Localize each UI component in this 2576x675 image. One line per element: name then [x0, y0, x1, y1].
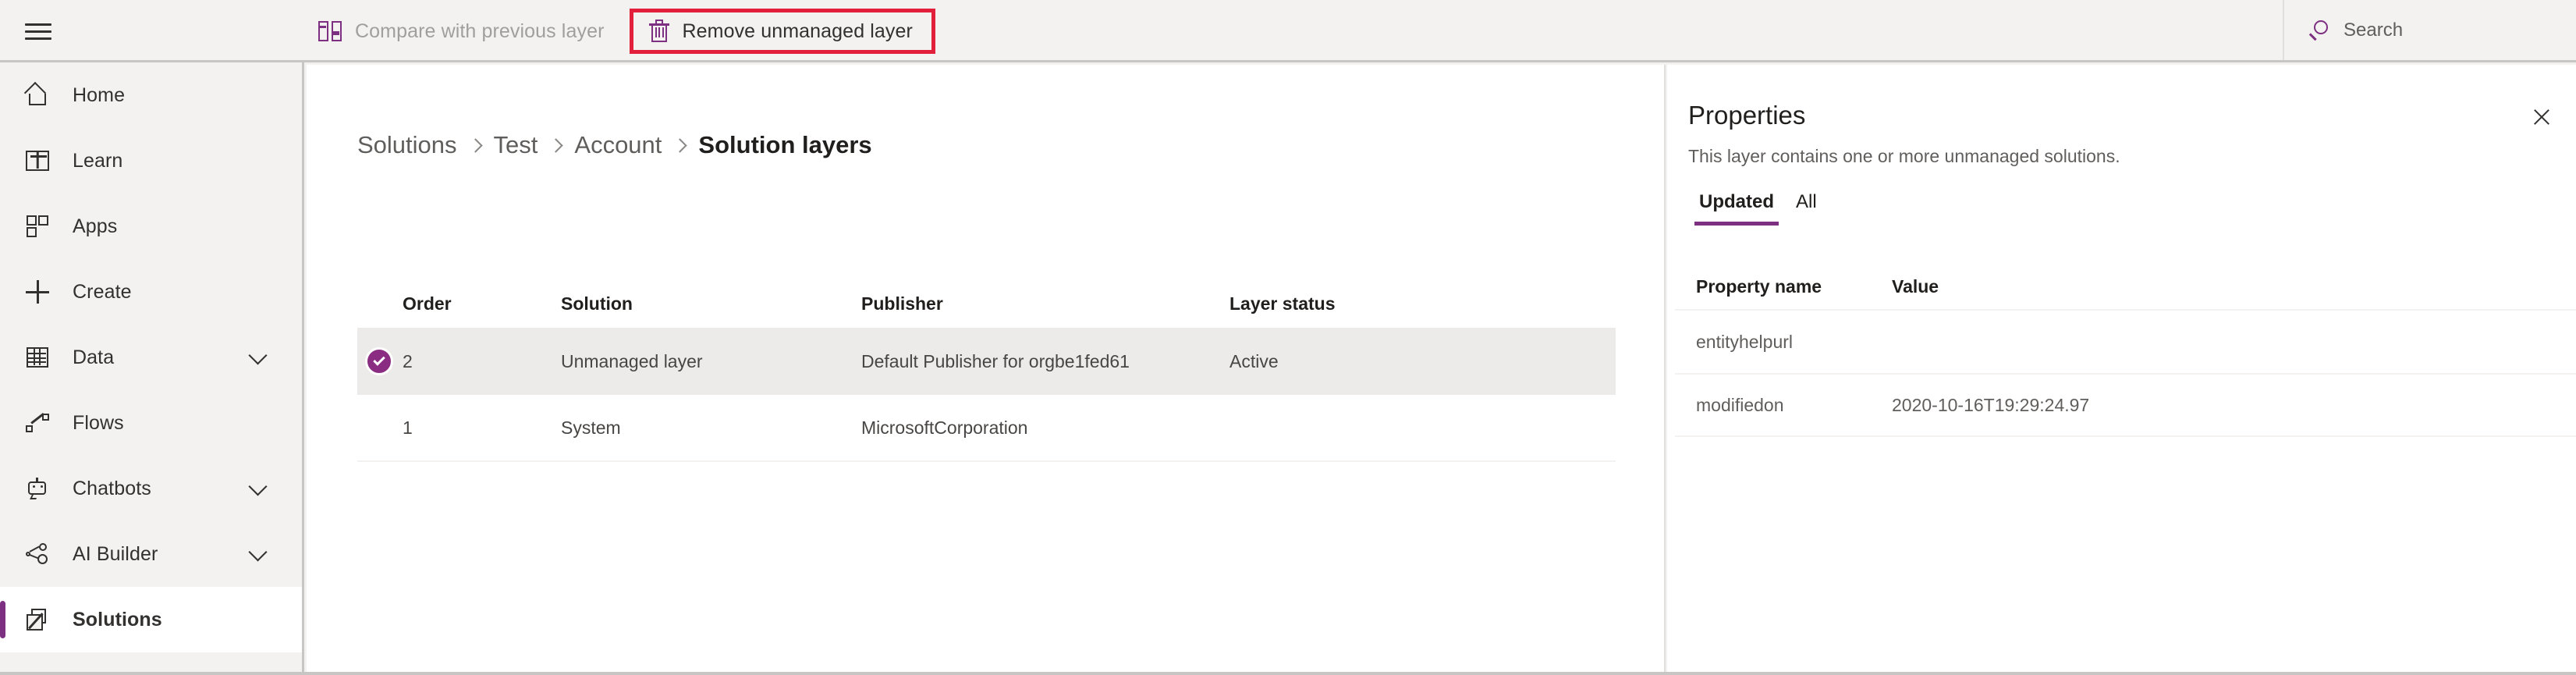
compare-icon	[318, 21, 342, 41]
cell-property-name: modifiedon	[1696, 394, 1784, 415]
compare-with-previous-layer-label: Compare with previous layer	[355, 20, 605, 42]
row-selected-checkmark-icon[interactable]	[365, 347, 393, 375]
hamburger-menu-button[interactable]	[16, 11, 61, 52]
breadcrumb-item-test[interactable]: Test	[494, 131, 538, 159]
chevron-right-icon-3	[672, 138, 688, 153]
column-header-layer-status: Layer status	[1229, 293, 1336, 314]
sidebar-item-create[interactable]: Create	[0, 259, 302, 325]
column-header-publisher: Publisher	[861, 293, 943, 314]
close-panel-button[interactable]	[2525, 100, 2559, 134]
chevron-down-icon-ai-builder[interactable]	[248, 542, 268, 562]
app-root: Compare with previous layer Remove unman…	[0, 0, 2576, 675]
bottom-edge-strip	[0, 672, 2576, 675]
remove-unmanaged-layer-label: Remove unmanaged layer	[682, 20, 913, 42]
table-row[interactable]: 2 Unmanaged layer Default Publisher for …	[357, 328, 1616, 395]
home-icon	[22, 80, 53, 111]
table-row[interactable]: 1 System MicrosoftCorporation	[357, 395, 1616, 462]
chevron-down-icon-chatbots[interactable]	[248, 477, 268, 496]
sidebar-item-learn-label: Learn	[73, 149, 123, 172]
solution-icon	[22, 604, 53, 635]
flow-icon	[22, 407, 53, 439]
bot-icon	[22, 473, 53, 504]
remove-unmanaged-layer-button[interactable]: Remove unmanaged layer	[629, 9, 935, 54]
tab-all[interactable]: All	[1785, 191, 1828, 226]
close-icon	[2532, 107, 2552, 127]
sidebar-item-ai-builder-label: AI Builder	[73, 542, 158, 565]
properties-table-row: modifiedon 2020-10-16T19:29:24.97	[1675, 373, 2576, 437]
sidebar-item-apps[interactable]: Apps	[0, 194, 302, 259]
sidebar-item-solutions[interactable]: Solutions	[0, 587, 302, 652]
cell-solution: System	[561, 417, 621, 438]
cell-publisher: Default Publisher for orgbe1fed61	[861, 350, 1130, 371]
tab-updated[interactable]: Updated	[1688, 191, 1785, 226]
book-icon	[22, 145, 53, 176]
column-header-order: Order	[403, 293, 452, 314]
properties-table: Property name Value entityhelpurl modifi…	[1675, 264, 2576, 437]
breadcrumb-item-solutions[interactable]: Solutions	[357, 131, 457, 159]
properties-table-row: entityhelpurl	[1675, 309, 2576, 373]
column-header-value: Value	[1892, 275, 1939, 297]
column-header-property-name: Property name	[1696, 275, 1822, 297]
sidebar-item-learn[interactable]: Learn	[0, 128, 302, 194]
ai-icon	[22, 538, 53, 570]
top-command-bar: Compare with previous layer Remove unman…	[0, 0, 2576, 62]
chevron-right-icon-2	[548, 138, 564, 153]
sidebar-item-flows-label: Flows	[73, 411, 124, 434]
apps-icon	[22, 211, 53, 242]
sidebar-item-chatbots-label: Chatbots	[73, 477, 151, 499]
breadcrumb: Solutions Test Account Solution layers	[357, 131, 872, 159]
sidebar-item-solutions-label: Solutions	[73, 608, 162, 631]
compare-with-previous-layer-button[interactable]: Compare with previous layer	[304, 9, 619, 53]
cell-order: 2	[403, 350, 413, 371]
cell-property-name: entityhelpurl	[1696, 331, 1794, 352]
properties-panel-title: Properties	[1688, 101, 1806, 130]
sidebar-item-home[interactable]: Home	[0, 62, 302, 128]
properties-panel: Properties This layer contains one or mo…	[1667, 65, 2576, 675]
tab-updated-label: Updated	[1699, 191, 1774, 212]
search-input[interactable]: Search	[2283, 0, 2576, 60]
cell-solution: Unmanaged layer	[561, 350, 703, 371]
solution-layers-table: Order Solution Publisher Layer status 2 …	[357, 279, 1616, 462]
sidebar-item-flows[interactable]: Flows	[0, 390, 302, 456]
sidebar-item-home-label: Home	[73, 83, 126, 106]
sidebar-item-ai-builder[interactable]: AI Builder	[0, 521, 302, 587]
command-buttons: Compare with previous layer Remove unman…	[304, 0, 935, 62]
cell-publisher: MicrosoftCorporation	[861, 417, 1028, 438]
properties-panel-subtitle: This layer contains one or more unmanage…	[1688, 146, 2120, 166]
properties-tabs: Updated All	[1688, 191, 1828, 226]
trash-icon	[648, 20, 669, 43]
column-header-solution: Solution	[561, 293, 633, 314]
breadcrumb-item-solution-layers: Solution layers	[698, 131, 872, 158]
hamburger-icon	[25, 23, 51, 40]
sidebar-item-create-label: Create	[73, 280, 132, 303]
cell-property-value: 2020-10-16T19:29:24.97	[1892, 394, 2090, 415]
left-navigation-sidebar: Home Learn Apps Create Data Flows Chatbo…	[0, 62, 304, 675]
sidebar-item-data[interactable]: Data	[0, 325, 302, 390]
table-icon	[22, 342, 53, 373]
table-header-row: Order Solution Publisher Layer status	[357, 279, 1616, 328]
plus-icon	[22, 276, 53, 307]
chevron-right-icon-1	[467, 138, 483, 153]
cell-order: 1	[403, 417, 413, 438]
search-placeholder: Search	[2344, 19, 2404, 41]
tab-all-label: All	[1796, 191, 1817, 212]
properties-table-header-row: Property name Value	[1675, 264, 2576, 309]
search-icon	[2309, 20, 2329, 41]
sidebar-item-apps-label: Apps	[73, 215, 118, 237]
chevron-down-icon-data[interactable]	[248, 346, 268, 365]
sidebar-item-data-label: Data	[73, 346, 115, 368]
sidebar-item-chatbots[interactable]: Chatbots	[0, 456, 302, 521]
cell-status: Active	[1229, 350, 1279, 371]
breadcrumb-item-account[interactable]: Account	[574, 131, 662, 159]
main-content-panel: Solutions Test Account Solution layers O…	[307, 65, 1666, 675]
